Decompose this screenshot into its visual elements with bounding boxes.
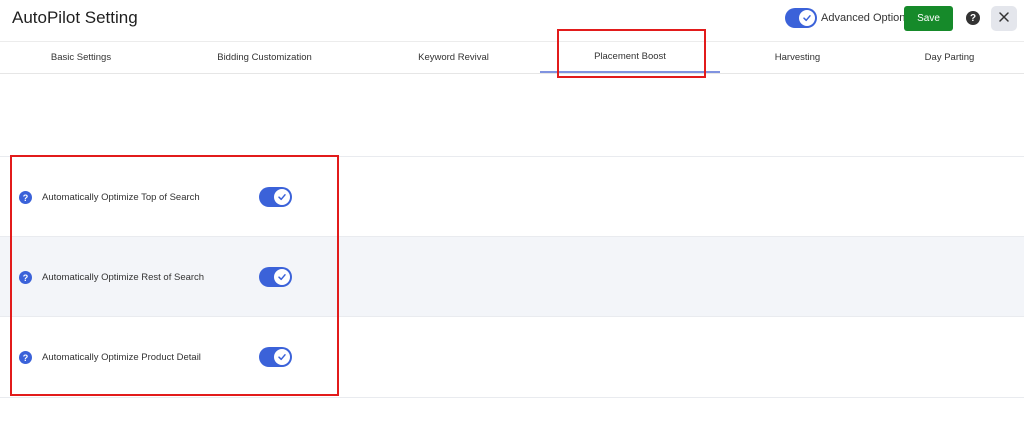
product-detail-toggle[interactable] (259, 347, 292, 367)
help-icon[interactable]: ? (19, 191, 32, 204)
advanced-options-toggle[interactable] (785, 8, 817, 28)
setting-row-product-detail: ? Automatically Optimize Product Detail (0, 316, 1024, 396)
tab-basic-settings[interactable]: Basic Settings (0, 42, 162, 73)
tab-placement-boost[interactable]: Placement Boost (540, 42, 720, 73)
tab-harvesting[interactable]: Harvesting (720, 42, 875, 73)
divider (0, 397, 1024, 398)
rest-of-search-toggle[interactable] (259, 267, 292, 287)
save-button[interactable]: Save (904, 6, 953, 31)
setting-row-top-of-search: ? Automatically Optimize Top of Search (0, 156, 1024, 236)
close-button[interactable] (991, 6, 1017, 31)
setting-label: Automatically Optimize Product Detail (42, 352, 201, 363)
check-icon (799, 10, 815, 26)
close-icon (998, 10, 1010, 28)
check-icon (274, 269, 290, 285)
top-of-search-toggle[interactable] (259, 187, 292, 207)
help-icon[interactable]: ? (19, 271, 32, 284)
header-bar: AutoPilot Setting Advanced Options Save … (0, 0, 1024, 40)
check-icon (274, 189, 290, 205)
tab-bidding-customization[interactable]: Bidding Customization (162, 42, 367, 73)
tab-keyword-revival[interactable]: Keyword Revival (367, 42, 540, 73)
tab-bar: Basic Settings Bidding Customization Key… (0, 41, 1024, 74)
setting-row-rest-of-search: ? Automatically Optimize Rest of Search (0, 236, 1024, 316)
check-icon (274, 349, 290, 365)
help-icon[interactable]: ? (966, 11, 980, 25)
advanced-options-label: Advanced Options (821, 12, 911, 24)
page-title: AutoPilot Setting (12, 8, 138, 27)
setting-label: Automatically Optimize Rest of Search (42, 272, 205, 283)
setting-label: Automatically Optimize Top of Search (42, 192, 200, 203)
help-icon[interactable]: ? (19, 351, 32, 364)
tab-day-parting[interactable]: Day Parting (875, 42, 1024, 73)
